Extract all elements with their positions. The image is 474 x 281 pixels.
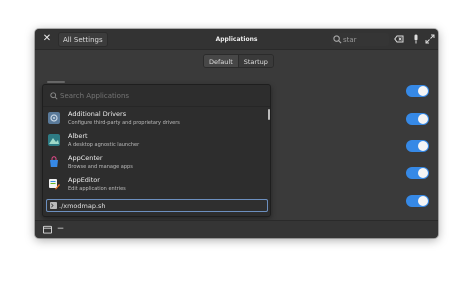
appeditor-icon bbox=[49, 179, 60, 190]
action-bar: − bbox=[35, 220, 438, 238]
window-title: Applications bbox=[215, 36, 258, 43]
maximize-icon[interactable] bbox=[425, 34, 435, 44]
appcenter-icon bbox=[50, 156, 58, 167]
albert-icon bbox=[48, 134, 60, 146]
app-description: Configure third-party and proprietary dr… bbox=[68, 120, 180, 126]
list-item[interactable]: AppEditor Edit application entries bbox=[43, 174, 270, 196]
title-bar: ✕ All Settings Applications bbox=[35, 29, 438, 50]
settings-window: ✕ All Settings Applications Default Star… bbox=[35, 29, 438, 238]
tab-startup[interactable]: Startup bbox=[237, 55, 273, 67]
app-name: Albert bbox=[68, 132, 88, 140]
app-description: A desktop agnostic launcher bbox=[68, 142, 140, 148]
app-description: Edit application entries bbox=[68, 186, 126, 192]
search-field[interactable] bbox=[331, 33, 389, 46]
app-search-field[interactable] bbox=[43, 85, 270, 107]
terminal-icon bbox=[50, 202, 57, 209]
mode-switch: Default Startup bbox=[203, 54, 274, 68]
custom-command-input[interactable] bbox=[59, 200, 259, 211]
add-app-popover: Additional Drivers Configure third-party… bbox=[42, 84, 271, 217]
all-settings-button[interactable]: All Settings bbox=[58, 32, 108, 47]
list-item[interactable]: Additional Drivers Configure third-party… bbox=[43, 108, 270, 130]
microphone-icon[interactable] bbox=[412, 34, 420, 44]
list-item[interactable]: Albert A desktop agnostic launcher bbox=[43, 130, 270, 152]
app-name: AppCenter bbox=[68, 154, 103, 162]
app-list: Additional Drivers Configure third-party… bbox=[43, 108, 270, 196]
drivers-icon bbox=[48, 112, 60, 124]
search-icon bbox=[50, 92, 58, 100]
startup-toggle[interactable] bbox=[406, 195, 429, 207]
startup-toggle[interactable] bbox=[406, 113, 429, 125]
search-input[interactable] bbox=[343, 33, 379, 46]
startup-toggle[interactable] bbox=[406, 85, 429, 97]
clear-search-icon[interactable] bbox=[394, 34, 404, 44]
app-search-input[interactable] bbox=[60, 89, 260, 103]
add-app-icon[interactable] bbox=[43, 225, 52, 234]
startup-toggle[interactable] bbox=[406, 167, 429, 179]
list-header-indicator bbox=[47, 81, 65, 83]
tab-default[interactable]: Default bbox=[204, 55, 238, 67]
app-description: Browse and manage apps bbox=[68, 164, 133, 170]
custom-command-field[interactable] bbox=[46, 199, 268, 212]
app-name: Additional Drivers bbox=[68, 110, 127, 118]
app-name: AppEditor bbox=[68, 176, 100, 184]
remove-app-icon[interactable]: − bbox=[56, 225, 65, 234]
startup-toggle[interactable] bbox=[406, 140, 429, 152]
close-button[interactable]: ✕ bbox=[40, 32, 54, 46]
list-item[interactable]: AppCenter Browse and manage apps bbox=[43, 152, 270, 174]
search-icon bbox=[333, 35, 342, 44]
